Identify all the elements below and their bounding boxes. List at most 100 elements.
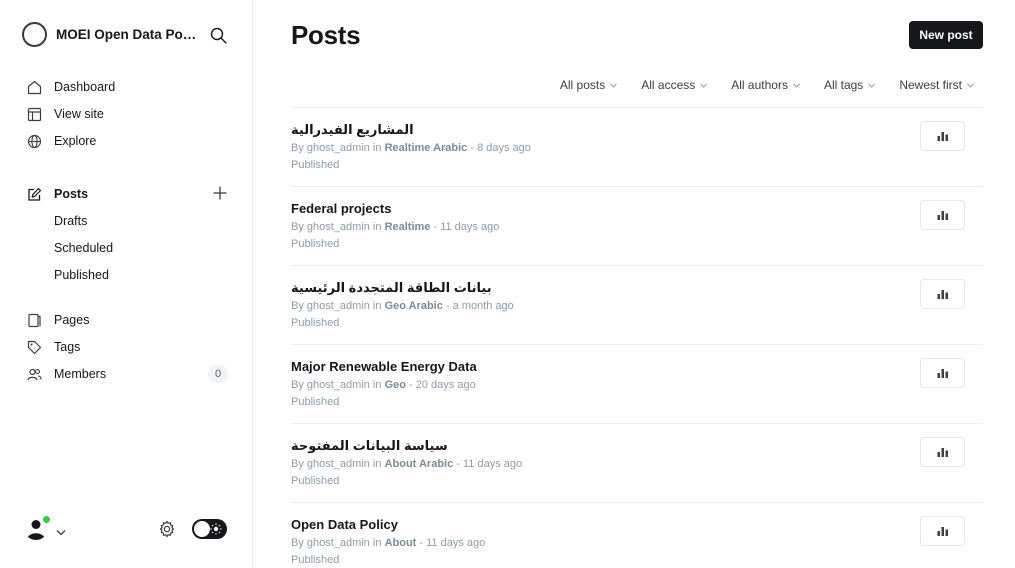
post-status: Published (291, 475, 340, 487)
brand-logo-icon (22, 22, 47, 47)
analytics-button[interactable] (920, 279, 965, 309)
post-row[interactable]: المشاريع الفيدرالية By ghost_admin in Re… (291, 107, 983, 186)
theme-toggle[interactable] (192, 519, 227, 539)
post-author: By ghost_admin in (291, 221, 385, 233)
toggle-knob (194, 521, 210, 537)
nav-item-label: Members (54, 367, 107, 381)
post-meta: By ghost_admin in About Arabic - 11 days… (291, 458, 522, 470)
nav-item-label: View site (54, 107, 104, 121)
post-time: - 11 days ago (453, 458, 523, 470)
bar-chart-icon (937, 132, 948, 141)
filter-label: All authors (731, 78, 788, 92)
chevron-down-icon (700, 82, 708, 88)
post-title: Major Renewable Energy Data (291, 359, 477, 374)
nav-item-explore[interactable]: Explore (26, 131, 96, 151)
post-tag: About Arabic (384, 458, 454, 470)
post-time: - a month ago (442, 300, 514, 312)
post-title: Federal projects (291, 201, 392, 216)
brand[interactable]: MOEI Open Data Porta... (22, 22, 201, 47)
globe-icon (26, 133, 42, 149)
nav-item-members[interactable]: Members (26, 364, 106, 384)
analytics-button[interactable] (920, 121, 965, 151)
nav-item-label: Explore (54, 134, 97, 148)
nav-item-pages[interactable]: Pages (26, 310, 89, 330)
bar-chart-icon (937, 527, 948, 536)
page-title: Posts (291, 20, 361, 50)
new-post-button[interactable]: New post (909, 21, 983, 49)
post-author: By ghost_admin in (291, 379, 385, 391)
bar-chart-icon (937, 369, 948, 378)
post-title: سياسة البيانات المفتوحة (291, 438, 448, 453)
nav-item-tags[interactable]: Tags (26, 337, 80, 357)
filter-authors[interactable]: All authors (731, 78, 800, 92)
post-author: By ghost_admin in (291, 142, 385, 154)
sidebar-item-published[interactable]: Published (54, 266, 109, 284)
post-tag: Realtime (384, 221, 431, 233)
nav-item-view-site[interactable]: View site (26, 104, 104, 124)
filter-access[interactable]: All access (641, 78, 708, 92)
gear-icon[interactable] (158, 520, 176, 538)
post-meta: By ghost_admin in Realtime Arabic - 8 da… (291, 142, 531, 154)
edit-icon (26, 186, 42, 202)
post-row[interactable]: Open Data Policy By ghost_admin in About… (291, 502, 983, 568)
nav-item-label: Pages (54, 313, 90, 327)
post-status: Published (291, 317, 340, 329)
bar-chart-icon (937, 211, 948, 220)
post-meta: By ghost_admin in About - 11 days ago (291, 537, 485, 549)
bar-chart-icon (937, 290, 948, 299)
analytics-button[interactable] (920, 200, 965, 230)
posts-list: المشاريع الفيدرالية By ghost_admin in Re… (291, 107, 983, 568)
home-icon (26, 79, 42, 95)
add-post-icon[interactable] (211, 184, 229, 202)
post-row[interactable]: بيانات الطاقة المتجددة الرئيسية By ghost… (291, 265, 983, 344)
filter-tags[interactable]: All tags (824, 78, 876, 92)
post-meta: By ghost_admin in Geo - 20 days ago (291, 379, 476, 391)
post-tag: Geo Arabic (384, 300, 443, 312)
post-status: Published (291, 159, 340, 171)
sidebar-item-drafts[interactable]: Drafts (54, 212, 87, 230)
chevron-down-icon (967, 82, 974, 88)
post-tag: Geo (384, 379, 406, 391)
nav-item-label: Posts (54, 187, 89, 201)
analytics-button[interactable] (920, 516, 965, 546)
post-time: - 11 days ago (430, 221, 500, 233)
pages-icon (26, 312, 42, 328)
filter-label: All access (641, 78, 696, 92)
post-meta: By ghost_admin in Geo Arabic - a month a… (291, 300, 514, 312)
post-time: - 20 days ago (405, 379, 476, 391)
post-row[interactable]: سياسة البيانات المفتوحة By ghost_admin i… (291, 423, 983, 502)
nav-item-posts[interactable]: Posts (26, 184, 88, 204)
post-row[interactable]: Major Renewable Energy Data By ghost_adm… (291, 344, 983, 423)
post-tag: Realtime Arabic (384, 142, 468, 154)
tag-icon (26, 339, 42, 355)
post-author: By ghost_admin in (291, 537, 385, 549)
post-status: Published (291, 396, 340, 408)
chevron-down-icon[interactable] (56, 523, 66, 541)
post-author: By ghost_admin in (291, 300, 385, 312)
filter-post-type[interactable]: All posts (560, 78, 618, 92)
search-icon[interactable] (208, 25, 228, 45)
chevron-down-icon (868, 82, 876, 88)
filter-sort[interactable]: Newest first (899, 78, 974, 92)
post-row[interactable]: Federal projects By ghost_admin in Realt… (291, 186, 983, 265)
members-icon (26, 366, 42, 382)
chevron-down-icon (610, 82, 618, 88)
nav-item-label: Tags (54, 340, 81, 354)
bar-chart-icon (937, 448, 948, 457)
filter-bar: All posts All access All authors All tag… (536, 77, 974, 93)
post-time: - 8 days ago (467, 142, 531, 154)
post-author: By ghost_admin in (291, 458, 385, 470)
sidebar: MOEI Open Data Porta... Dashboard View s… (0, 0, 253, 568)
user-avatar[interactable] (24, 515, 52, 544)
post-time: - 11 days ago (416, 537, 486, 549)
brand-title: MOEI Open Data Porta... (56, 27, 201, 42)
analytics-button[interactable] (920, 358, 965, 388)
nav-item-label: Dashboard (54, 80, 116, 94)
layout-icon (26, 106, 42, 122)
post-title: بيانات الطاقة المتجددة الرئيسية (291, 280, 492, 295)
post-status: Published (291, 554, 340, 566)
analytics-button[interactable] (920, 437, 965, 467)
sidebar-item-scheduled[interactable]: Scheduled (54, 239, 113, 257)
chevron-down-icon (793, 82, 800, 88)
nav-item-dashboard[interactable]: Dashboard (26, 77, 115, 97)
